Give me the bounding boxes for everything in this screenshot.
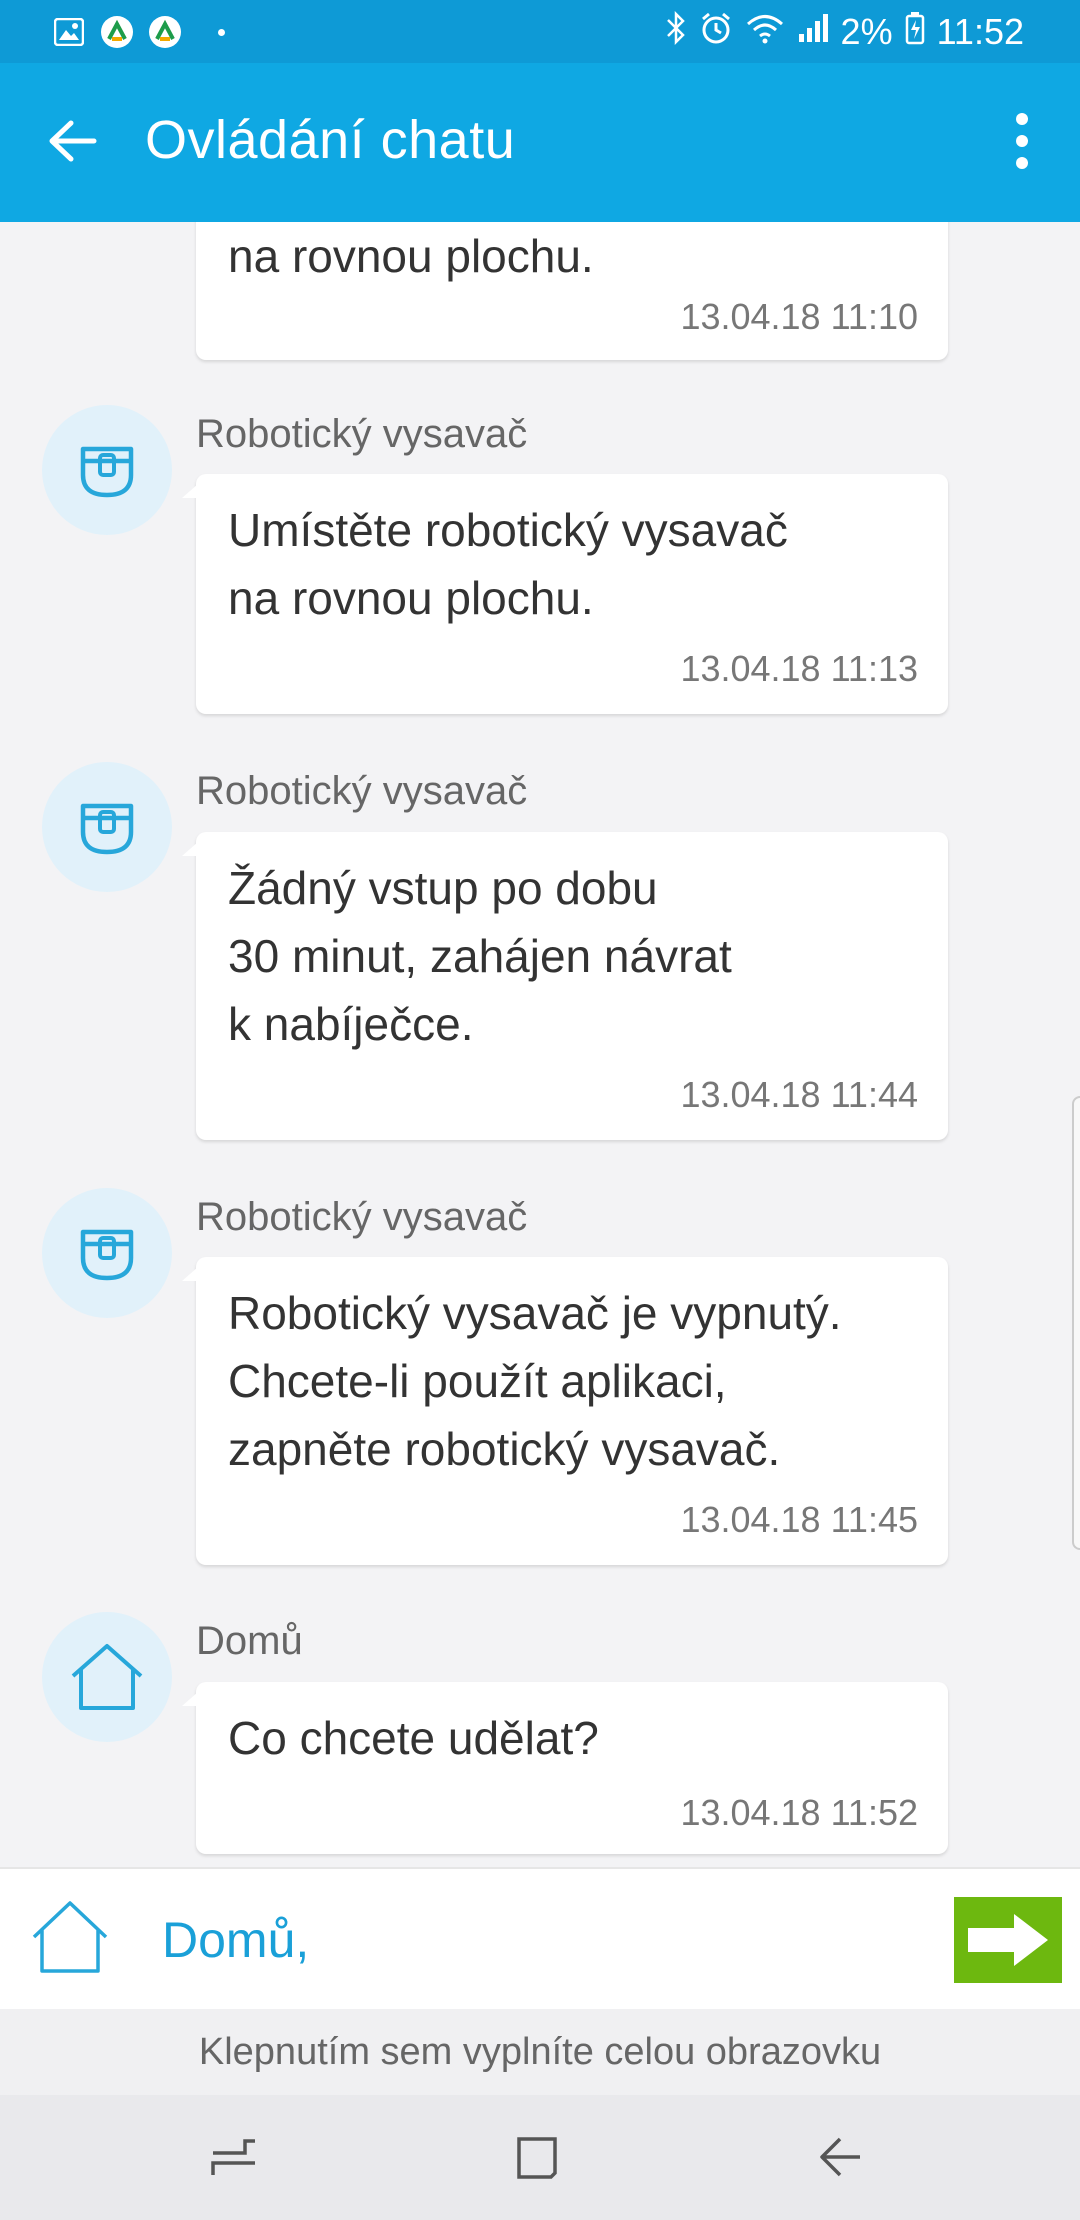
robot-vacuum-avatar: [42, 762, 172, 892]
message-bubble: na rovnou plochu. 13.04.18 11:10: [196, 222, 948, 360]
robot-vacuum-avatar: [42, 1188, 172, 1318]
chat-list[interactable]: na rovnou plochu. 13.04.18 11:10 Robotic…: [0, 222, 1080, 1867]
sender-name: Domů: [196, 1619, 303, 1663]
home-button[interactable]: [505, 2125, 569, 2189]
nav-back-button[interactable]: [808, 2125, 872, 2189]
message-time: 13.04.18 11:13: [680, 648, 918, 689]
chat-input[interactable]: Domů,: [162, 1911, 309, 1969]
message-bubble: Umístěte robotický vysavač na rovnou plo…: [182, 474, 948, 714]
battery-icon: [905, 11, 925, 54]
back-icon: [820, 2137, 860, 2177]
robot-vacuum-avatar: [42, 405, 172, 535]
signal-icon: [797, 11, 829, 53]
home-avatar: [42, 1612, 172, 1742]
clock-time: 11:52: [936, 11, 1024, 52]
back-arrow-icon: [47, 119, 97, 168]
message-bubble: Žádný vstup po dobu 30 minut, zahájen ná…: [182, 832, 948, 1140]
back-button[interactable]: [36, 107, 108, 179]
status-bar: 2% 11:52: [0, 0, 1080, 63]
app-icon: [148, 15, 182, 49]
home-square-icon: [517, 2137, 557, 2179]
app-icon: [100, 15, 134, 49]
sender-name: Robotický vysavač: [196, 769, 528, 813]
message-text: Co chcete udělat?: [228, 1712, 599, 1764]
message-text: Robotický vysavač je vypnutý. Chcete-li …: [228, 1287, 842, 1475]
notification-dot-icon: [218, 28, 225, 36]
robot-vacuum-icon: [80, 446, 134, 498]
gallery-icon: [52, 15, 86, 49]
more-options-button[interactable]: [986, 107, 1058, 179]
bluetooth-icon: [665, 10, 687, 54]
input-home-button[interactable]: [30, 1899, 110, 1979]
robot-vacuum-icon: [80, 803, 134, 855]
send-button[interactable]: [954, 1897, 1062, 1983]
sender-name: Robotický vysavač: [196, 1195, 528, 1239]
battery-text: 2%: [840, 11, 893, 52]
recents-icon: [211, 2139, 255, 2175]
message-bubble: Robotický vysavač je vypnutý. Chcete-li …: [182, 1257, 948, 1565]
message-bubble: Co chcete udělat? 13.04.18 11:52: [182, 1682, 948, 1854]
message-text: Žádný vstup po dobu 30 minut, zahájen ná…: [228, 862, 732, 1050]
input-bar: Domů,: [0, 1867, 1080, 2009]
robot-vacuum-icon: [80, 1229, 134, 1281]
message-time: 13.04.18 11:52: [680, 1792, 918, 1833]
message-time: 13.04.18 11:44: [680, 1074, 918, 1115]
expand-fullscreen-hint[interactable]: Klepnutím sem vyplníte celou obrazovku: [0, 2009, 1080, 2095]
message-time: 13.04.18 11:45: [680, 1499, 918, 1540]
message-text: na rovnou plochu.: [228, 230, 594, 282]
message-time: 13.04.18 11:10: [680, 296, 918, 337]
wifi-icon: [745, 11, 785, 53]
alarm-icon: [699, 11, 733, 54]
home-icon: [71, 1644, 143, 1710]
home-icon: [32, 1901, 108, 1973]
system-nav-bar: [0, 2095, 1080, 2220]
more-vert-icon: [1015, 112, 1029, 175]
scrollbar[interactable]: [1072, 1096, 1080, 1550]
arrow-right-icon: [968, 1914, 1048, 1966]
recents-button[interactable]: [202, 2125, 266, 2189]
app-bar: Ovládání chatu: [0, 63, 1080, 222]
page-title: Ovládání chatu: [145, 110, 516, 170]
message-text: Umístěte robotický vysavač na rovnou plo…: [228, 504, 788, 624]
sender-name: Robotický vysavač: [196, 412, 528, 456]
